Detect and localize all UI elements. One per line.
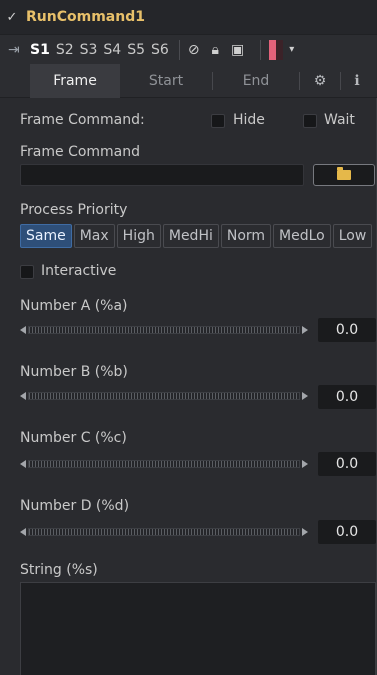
divider [260,39,262,60]
slider-right-arrow-icon[interactable] [302,460,308,468]
inspector-panel: ✓ RunCommand1 ⇥ S1 S2 S3 S4 S5 S6 ⊘ 🔒︎ ▣… [0,0,377,675]
pin-icon[interactable]: ⇥ [8,42,30,58]
number-a-slider[interactable] [20,324,308,336]
frame-command-header: Frame Command: [20,112,145,128]
slider-right-arrow-icon[interactable] [302,326,308,334]
slider-right-arrow-icon[interactable] [302,528,308,536]
priority-buttons: Same Max High MedHi Norm MedLo Low [20,224,374,248]
priority-max-button[interactable]: Max [73,224,115,248]
priority-medlo-button[interactable]: MedLo [273,224,331,248]
tab-end[interactable]: End [213,64,299,98]
number-b-label: Number B (%b) [20,364,128,380]
slider-left-arrow-icon[interactable] [20,528,26,536]
number-b-value[interactable]: 0.0 [318,385,376,409]
number-d-label: Number D (%d) [20,498,130,514]
slot-s2[interactable]: S2 [56,42,74,58]
tab-start[interactable]: Start [120,64,212,98]
folder-icon [337,167,351,180]
number-a-value[interactable]: 0.0 [318,318,376,342]
slider-right-arrow-icon[interactable] [302,392,308,400]
tab-spacer [0,64,30,98]
version-bar: ⇥ S1 S2 S3 S4 S5 S6 ⊘ 🔒︎ ▣ ▾ [0,34,377,64]
tab-frame[interactable]: Frame [30,64,120,98]
frame-command-input[interactable] [20,164,304,186]
hide-checkbox[interactable] [211,114,225,128]
divider [178,39,180,60]
slot-s6[interactable]: S6 [151,42,169,58]
string-label: String (%s) [20,562,98,578]
priority-medhi-button[interactable]: MedHi [162,224,219,248]
slider-left-arrow-icon[interactable] [20,392,26,400]
chevron-down-icon[interactable]: ▾ [289,44,294,55]
priority-high-button[interactable]: High [116,224,161,248]
slot-s4[interactable]: S4 [103,42,121,58]
number-d-value[interactable]: 0.0 [318,520,376,544]
color-swatch[interactable] [269,39,284,60]
tab-bar: Frame Start End ⚙ ℹ [0,64,377,98]
slider-track[interactable] [28,460,300,468]
slider-track[interactable] [28,528,300,536]
slider-track[interactable] [28,392,300,400]
slider-left-arrow-icon[interactable] [20,460,26,468]
number-c-label: Number C (%c) [20,430,127,446]
number-c-value[interactable]: 0.0 [318,452,376,476]
tool-title: RunCommand1 [26,9,145,25]
number-d-slider[interactable] [20,526,308,538]
slot-s3[interactable]: S3 [80,42,98,58]
slot-s5[interactable]: S5 [127,42,145,58]
priority-norm-button[interactable]: Norm [220,224,272,248]
number-a-label: Number A (%a) [20,298,128,314]
priority-same-button[interactable]: Same [20,224,72,248]
slot-s1[interactable]: S1 [30,42,50,58]
frame-command-label: Frame Command [20,144,141,160]
slider-track[interactable] [28,326,300,334]
process-priority-label: Process Priority [20,202,128,218]
interactive-label: Interactive [41,263,117,279]
save-icon[interactable]: ▣ [231,42,244,58]
tab-settings-gear-icon[interactable]: ⚙ [300,64,340,98]
hide-label: Hide [233,112,265,128]
tool-header[interactable]: ✓ RunCommand1 [0,0,377,34]
wait-checkbox[interactable] [303,114,317,128]
interactive-checkbox[interactable] [20,265,34,279]
slider-left-arrow-icon[interactable] [20,326,26,334]
lock-icon[interactable]: 🔒︎ [212,42,219,58]
string-textarea[interactable] [20,582,376,675]
tab-info-icon[interactable]: ℹ [341,64,373,98]
wait-label: Wait [324,112,355,128]
disable-icon[interactable]: ⊘ [188,42,200,58]
number-c-slider[interactable] [20,458,308,470]
collapse-chevron-icon[interactable]: ✓ [0,10,24,25]
browse-button[interactable] [313,164,375,186]
priority-low-button[interactable]: Low [332,224,373,248]
number-b-slider[interactable] [20,390,308,402]
